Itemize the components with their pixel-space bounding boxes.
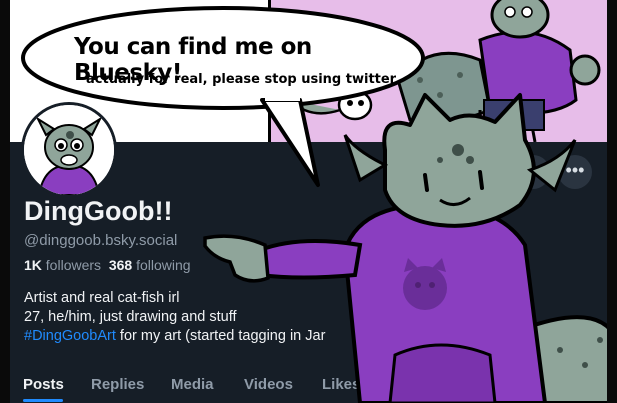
followers-label: followers	[45, 257, 102, 273]
more-options-button[interactable]: •••	[558, 155, 592, 189]
followers-count: 1K	[24, 257, 42, 273]
followers-link[interactable]: 1K followers	[24, 257, 101, 273]
right-border	[607, 0, 617, 403]
following-count: 368	[108, 257, 133, 273]
following-link[interactable]: 368 following	[109, 257, 191, 273]
profile-stats: 1K followers 368 following	[24, 257, 191, 273]
tab-videos[interactable]: Videos	[244, 376, 293, 393]
speech-bubble-text: You can find me on Bluesky! actually for…	[24, 10, 414, 110]
bio-line: 27, he/him, just drawing and stuff	[24, 309, 237, 325]
tab-likes[interactable]: Likes	[322, 376, 360, 393]
bio-line-rest: for my art (started tagging in Jar	[115, 328, 326, 344]
tab-replies[interactable]: Replies	[91, 376, 144, 393]
more-options-icon: •••	[565, 160, 585, 180]
speech-subtitle: actually for real, please stop using twi…	[86, 72, 397, 87]
handle: @dinggoob.bsky.social	[24, 232, 178, 249]
profile-tabs: Posts Replies Media Videos Likes	[10, 366, 607, 403]
profile-screenshot: You can find me on Bluesky! actually for…	[0, 0, 617, 403]
tab-media[interactable]: Media	[171, 376, 214, 393]
following-label: following	[136, 257, 191, 273]
tab-active-indicator	[23, 399, 63, 402]
bio-hashtag-link[interactable]: #DingGoobArt	[24, 328, 116, 344]
bio: Artist and real cat-fish irl 27, he/him,…	[24, 289, 444, 346]
follow-button-label: e	[537, 163, 545, 178]
avatar[interactable]	[21, 102, 117, 198]
bio-line: Artist and real cat-fish irl	[24, 290, 180, 306]
tab-posts[interactable]: Posts	[23, 376, 64, 393]
left-border	[0, 0, 10, 403]
display-name: DingGoob!!	[24, 196, 173, 226]
